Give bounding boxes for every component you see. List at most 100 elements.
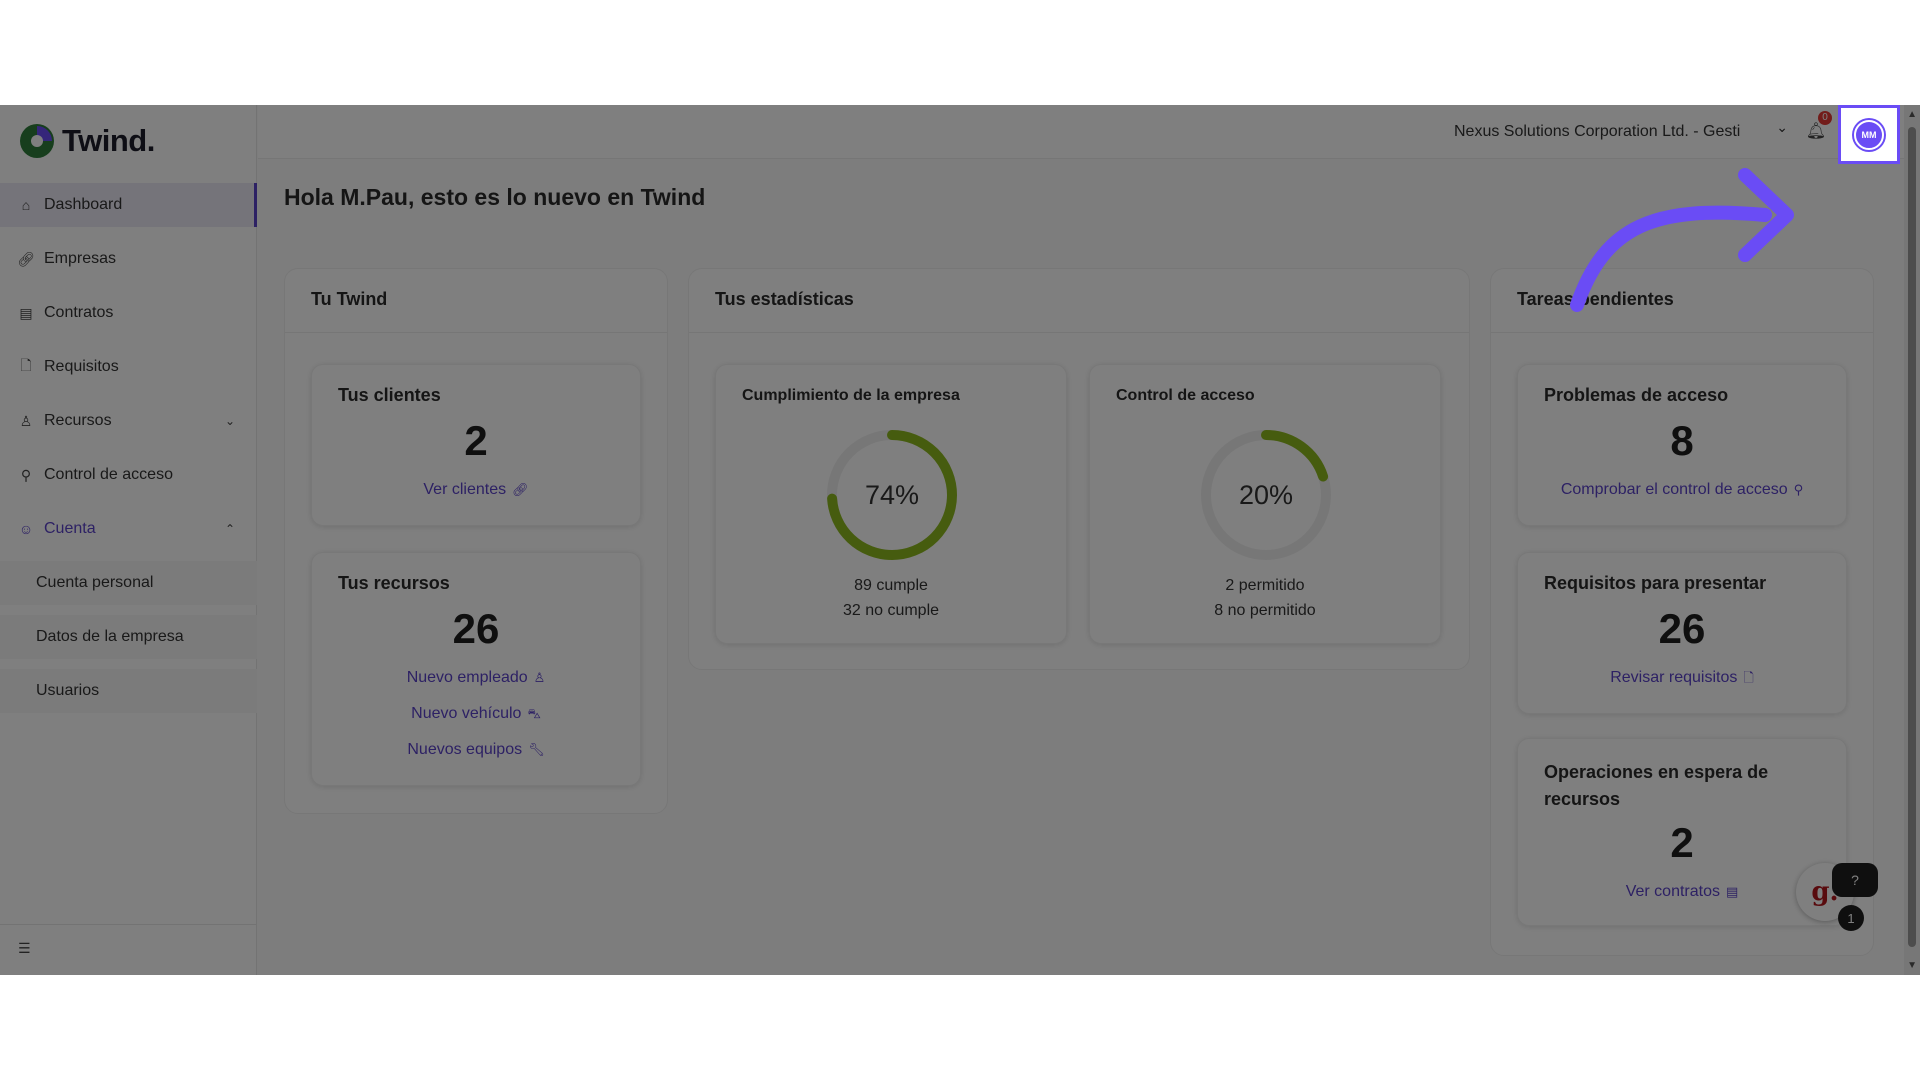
link-label: Ver clientes xyxy=(423,481,507,498)
stat-line: 32 no cumple xyxy=(842,602,940,619)
card-title: Requisitos para presentar xyxy=(1544,573,1767,593)
sidebar-subitem-label: Cuenta personal xyxy=(36,574,154,591)
recursos-count: 26 xyxy=(452,605,500,652)
sidebar-subitem-datos-empresa[interactable]: Datos de la empresa xyxy=(0,615,257,659)
car-icon: ⛍ xyxy=(527,706,541,721)
sidebar-item-label: Cuenta xyxy=(44,520,96,537)
search-icon: ⚲ xyxy=(1793,482,1804,497)
chevron-up-icon: ⌃ xyxy=(224,522,235,536)
card-tus-clientes: Tus clientes 2 Ver clientes 🔗︎ xyxy=(311,364,641,526)
sidebar-item-dashboard[interactable]: ⌂ Dashboard xyxy=(0,183,257,227)
card-title: Problemas de acceso xyxy=(1544,385,1729,405)
contract-icon: ▤ xyxy=(19,304,33,321)
contract-icon: ▤ xyxy=(1725,884,1739,899)
sidebar-item-control-acceso[interactable]: ⚲ Control de acceso xyxy=(0,453,257,497)
brand-logo[interactable]: Twind. xyxy=(18,119,155,163)
person-icon: ♙ xyxy=(533,670,546,685)
card-problemas-acceso: Problemas de acceso 8 Comprobar el contr… xyxy=(1517,364,1847,526)
sidebar-item-label: Recursos xyxy=(44,412,112,429)
sidebar-item-label: Dashboard xyxy=(44,196,123,213)
sidebar-divider xyxy=(0,924,257,925)
donut-control: 20% xyxy=(1198,427,1334,563)
sidebar: Twind. ⌂ Dashboard 🔗︎ Empresas ▤ Contrat… xyxy=(0,105,257,975)
card-tus-recursos: Tus recursos 26 Nuevo empleado ♙ Nuevo ve… xyxy=(311,552,641,786)
link-label: Comprobar el control de acceso xyxy=(1560,481,1788,498)
ver-clientes-link[interactable]: Ver clientes 🔗︎ xyxy=(312,481,640,499)
avatar: MM xyxy=(1854,119,1884,150)
operaciones-count: 2 xyxy=(1670,819,1694,866)
sidebar-item-contratos[interactable]: ▤ Contratos xyxy=(0,291,257,335)
users-icon: ♙ xyxy=(19,412,33,429)
scroll-up-icon[interactable]: ▲ xyxy=(1907,109,1917,120)
card-title: Tus clientes xyxy=(338,385,441,405)
card-requisitos: Requisitos para presentar 26 Revisar req… xyxy=(1517,552,1847,714)
avatar-button[interactable]: MM xyxy=(1838,105,1900,164)
help-question-icon[interactable]: ? xyxy=(1832,863,1878,897)
sidebar-item-label: Empresas xyxy=(44,250,117,267)
link-label: Ver contratos xyxy=(1625,883,1720,900)
stat-line: 8 no permitido xyxy=(1214,602,1316,619)
home-icon: ⌂ xyxy=(21,197,31,213)
sidebar-subitem-usuarios[interactable]: Usuarios xyxy=(0,669,257,713)
panel-divider xyxy=(689,332,1469,333)
document-icon: 🗋︎ xyxy=(1743,670,1754,685)
link-label: Revisar requisitos xyxy=(1610,669,1738,686)
donut-cumplimiento: 74% xyxy=(824,427,960,563)
panel-tu-twind: Tu Twind Tus clientes 2 Ver clientes 🔗︎ T… xyxy=(284,268,668,814)
sidebar-subitem-label: Usuarios xyxy=(36,682,100,699)
sidebar-item-recursos[interactable]: ♙ Recursos ⌄ xyxy=(0,399,257,443)
collapse-sidebar-icon[interactable]: ☰ xyxy=(18,940,31,957)
card-title: Tus recursos xyxy=(338,573,450,593)
nuevo-vehiculo-link[interactable]: Nuevo vehículo ⛍ xyxy=(312,705,640,724)
sidebar-item-empresas[interactable]: 🔗︎ Empresas xyxy=(0,237,257,281)
scroll-down-icon[interactable]: ▼ xyxy=(1907,960,1917,971)
key-icon: ⚲ xyxy=(20,466,32,483)
help-count-badge: 1 xyxy=(1838,905,1864,931)
link-label: Nuevo vehículo xyxy=(411,705,522,722)
card-title: Cumplimiento de la empresa xyxy=(742,387,960,404)
scrollbar[interactable]: ▲ ▼ xyxy=(1904,105,1920,975)
tool-icon: 🔧︎ xyxy=(528,742,545,757)
problemas-count: 8 xyxy=(1670,417,1694,464)
panel-title: Tus estadísticas xyxy=(715,289,854,309)
sidebar-item-label: Requisitos xyxy=(44,358,119,375)
stat-line: 89 cumple xyxy=(854,577,928,594)
link-label: Nuevos equipos xyxy=(407,741,523,758)
scrollbar-thumb[interactable] xyxy=(1908,127,1916,947)
sidebar-subitem-label: Datos de la empresa xyxy=(36,628,184,645)
nuevos-equipos-link[interactable]: Nuevos equipos 🔧︎ xyxy=(312,741,640,759)
pointer-arrow xyxy=(1570,168,1794,312)
donut-value: 20% xyxy=(1238,479,1294,510)
nuevo-empleado-link[interactable]: Nuevo empleado ♙ xyxy=(312,669,640,687)
requisitos-count: 26 xyxy=(1658,605,1706,652)
panel-title: Tu Twind xyxy=(311,289,388,309)
card-control-acceso: Control de acceso 20% 2 permitido 8 no p… xyxy=(1089,364,1441,644)
page-title: Hola M.Pau, esto es lo nuevo en Twind xyxy=(284,184,706,210)
stat-line: 2 permitido xyxy=(1225,577,1305,594)
sidebar-item-label: Contratos xyxy=(44,304,114,321)
link-label: Nuevo empleado xyxy=(406,669,528,686)
link-icon: 🔗︎ xyxy=(512,482,529,497)
sidebar-item-cuenta[interactable]: ☺ Cuenta ⌃ xyxy=(0,507,257,551)
panel-estadisticas: Tus estadísticas Cumplimiento de la empr… xyxy=(688,268,1470,670)
panel-divider xyxy=(285,332,667,333)
clientes-count: 2 xyxy=(464,417,488,464)
chevron-down-icon: ⌄ xyxy=(224,414,235,428)
card-cumplimiento: Cumplimiento de la empresa 74% 89 cumple… xyxy=(715,364,1067,644)
link-icon: 🔗︎ xyxy=(17,250,35,267)
sidebar-item-requisitos[interactable]: 🗋︎ Requisitos xyxy=(0,345,257,389)
revisar-requisitos-link[interactable]: Revisar requisitos 🗋︎ xyxy=(1518,669,1846,691)
card-title: Control de acceso xyxy=(1116,387,1255,404)
donut-value: 74% xyxy=(864,479,920,510)
twind-logo-icon xyxy=(18,122,56,160)
document-icon: 🗋︎ xyxy=(20,357,32,373)
sidebar-item-label: Control de acceso xyxy=(44,466,173,483)
panel-tareas: Tareas pendientes Problemas de acceso 8 … xyxy=(1490,268,1874,956)
account-icon: ☺ xyxy=(18,521,34,537)
panel-divider xyxy=(1491,332,1873,333)
comprobar-control-link[interactable]: Comprobar el control de acceso ⚲ xyxy=(1518,481,1846,499)
app-window: Twind. ⌂ Dashboard 🔗︎ Empresas ▤ Contrat… xyxy=(0,105,1920,975)
brand-name: Twind. xyxy=(62,123,155,158)
card-title: Operaciones en espera de recursos xyxy=(1544,762,1769,809)
sidebar-subitem-cuenta-personal[interactable]: Cuenta personal xyxy=(0,561,257,605)
